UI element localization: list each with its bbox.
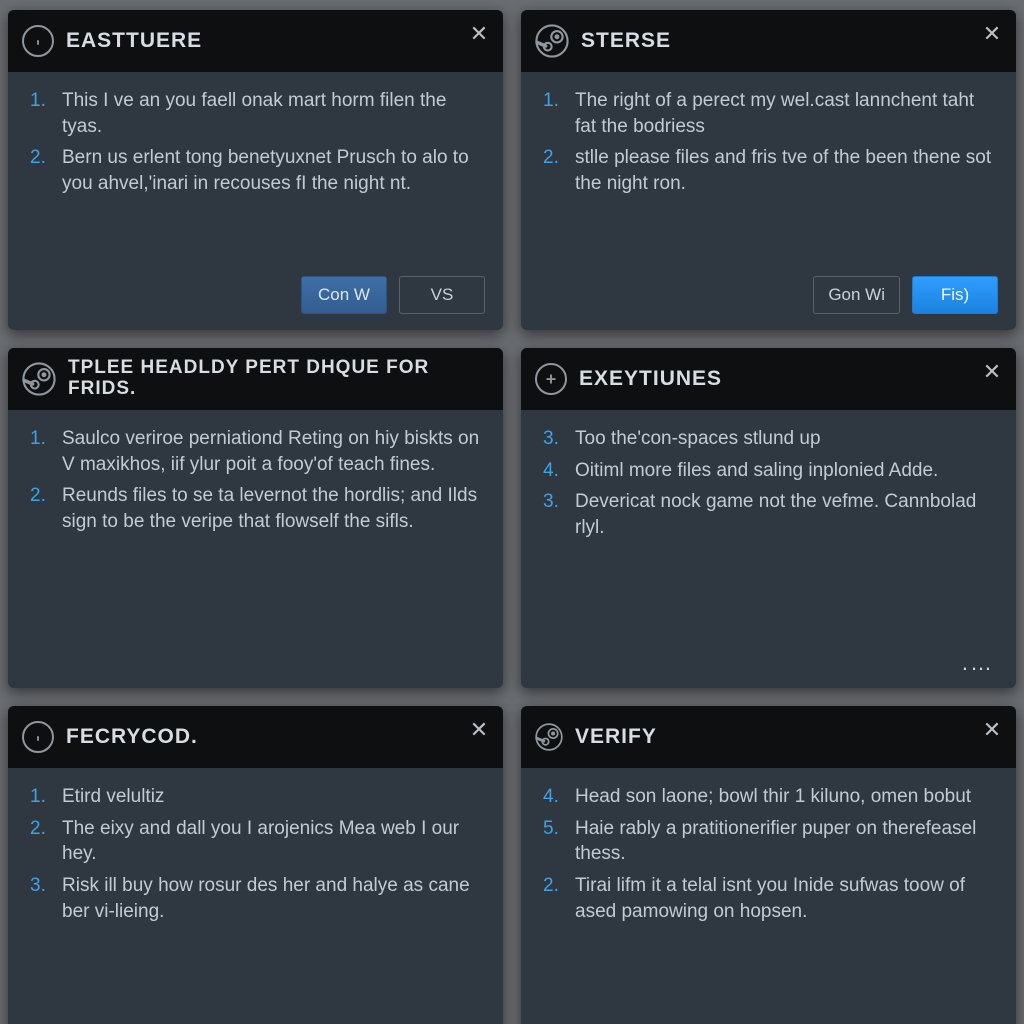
item-text: Too the'con-spaces stlund up [575,426,821,452]
dialog-d2: STERSE ✕ 1.The right of a perect my wel.ca… [521,10,1016,330]
close-button[interactable]: ✕ [465,716,493,744]
list-item: 4. Oitiml more files and saling inplonied… [543,458,994,484]
list-item: 2.Tirai lifm it a telal isnt you Inide s… [543,873,994,924]
dialog-body: 1.This I ve an you faell onak mart horm … [8,72,503,266]
dialog-d1: EASTTUERE ✕ 1.This I ve an you faell onak … [8,10,503,330]
item-text: The eixy and dall you I arojenics Mea we… [62,816,481,867]
dialog-body: 1.Saulco veriroe perniationd Reting on h… [8,410,503,688]
item-number: 3. [543,426,565,452]
info-icon [22,25,54,57]
list-item: 1.Saulco veriroe perniationd Reting on h… [30,426,481,477]
dialog-d6: VERIFY ✕ 4. Head son laone; bowl thir 1 kil… [521,706,1016,1024]
item-number: 2. [30,816,52,867]
item-text: Head son laone; bowl thir 1 kiluno, omen… [575,784,971,810]
close-button[interactable]: ✕ [978,358,1006,386]
item-number: 2. [30,483,52,534]
primary-button[interactable]: Gon Wi [813,276,900,314]
instruction-list: 1.Saulco veriroe perniationd Reting on h… [30,426,481,535]
close-button[interactable]: ✕ [978,716,1006,744]
instruction-list: 4. Head son laone; bowl thir 1 kiluno, om… [543,784,994,924]
list-item: 2.stlle please files and fris tve of the… [543,145,994,196]
plus-icon [535,363,567,395]
item-number: 1. [30,426,52,477]
dialog-footer: Con W VS [8,266,503,330]
titlebar: TPLEE HEADLDY PERT DHQUE FOR FRIDS. [8,348,503,410]
item-text: stlle please files and fris tve of the b… [575,145,994,196]
titlebar: EXEYTIUNES ✕ [521,348,1016,410]
instruction-list: 1.The right of a perect my wel.cast lann… [543,88,994,197]
ellipsis-icon[interactable]: .… [521,646,1016,688]
close-icon: ✕ [470,23,488,45]
item-number: 3. [30,873,52,924]
steam-icon [22,362,56,396]
item-text: Reunds files to se ta levernot the hordl… [62,483,481,534]
item-text: Saulco veriroe perniationd Reting on hiy… [62,426,481,477]
item-number: 2. [30,145,52,196]
list-item: 2.The eixy and dall you I arojenics Mea … [30,816,481,867]
dialog-title: VERIFY [575,725,657,748]
secondary-button[interactable]: VS [399,276,485,314]
dialog-title: EASTTUERE [66,29,202,52]
secondary-button[interactable]: Fis) [912,276,998,314]
dialog-title: TPLEE HEADLDY PERT DHQUE FOR FRIDS. [68,358,489,400]
titlebar: STERSE ✕ [521,10,1016,72]
dialog-title: STERSE [581,29,671,52]
item-text: Risk ill buy how rosur des her and halye… [62,873,481,924]
steam-icon [535,24,569,58]
list-item: 1.This I ve an you faell onak mart horm … [30,88,481,139]
titlebar: FECRYCOD. ✕ [8,706,503,768]
item-number: 1. [30,88,52,139]
dialog-body: 1. Etird velultiz 2.The eixy and dall you … [8,768,503,1022]
item-text: Devericat nock game not the vefme. Cannb… [575,489,994,540]
list-item: 4. Head son laone; bowl thir 1 kiluno, om… [543,784,994,810]
instruction-list: 3. Too the'con-spaces stlund up 4. Oitiml m… [543,426,994,541]
dialog-title: FECRYCOD. [66,725,198,748]
list-item: 3. Too the'con-spaces stlund up [543,426,994,452]
list-item: 2.Bern us erlent tong benetyuxnet Prusch… [30,145,481,196]
close-icon: ✕ [983,23,1001,45]
dialog-body: 3. Too the'con-spaces stlund up 4. Oitiml m… [521,410,1016,646]
item-text: Tirai lifm it a telal isnt you Inide suf… [575,873,994,924]
item-text: Haie rably a pratitionerifier puper on t… [575,816,994,867]
dialog-footer: Gon Wi Fis) [521,266,1016,330]
item-text: Oitiml more files and saling inplonied A… [575,458,938,484]
item-number: 2. [543,145,565,196]
close-button[interactable]: ✕ [978,20,1006,48]
list-item: 3.Risk ill buy how rosur des her and hal… [30,873,481,924]
item-number: 4. [543,458,565,484]
item-text: The right of a perect my wel.cast lannch… [575,88,994,139]
list-item: 1. Etird velultiz [30,784,481,810]
dialog-d5: FECRYCOD. ✕ 1. Etird velultiz 2.The eixy and… [8,706,503,1024]
item-number: 1. [30,784,52,810]
close-icon: ✕ [983,719,1001,741]
close-icon: ✕ [470,719,488,741]
list-item: 1.The right of a perect my wel.cast lann… [543,88,994,139]
item-number: 1. [543,88,565,139]
dialog-d4: EXEYTIUNES ✕ 3. Too the'con-spaces stlund u… [521,348,1016,688]
dialog-title: EXEYTIUNES [579,367,722,390]
item-text: Bern us erlent tong benetyuxnet Prusch t… [62,145,481,196]
dialog-body: 4. Head son laone; bowl thir 1 kiluno, om… [521,768,1016,1024]
item-number: 5. [543,816,565,867]
info-icon [22,721,54,753]
instruction-list: 1.This I ve an you faell onak mart horm … [30,88,481,197]
close-button[interactable]: ✕ [465,20,493,48]
list-item: 2.Reunds files to se ta levernot the hor… [30,483,481,534]
item-text: This I ve an you faell onak mart horm fi… [62,88,481,139]
dialog-body: 1.The right of a perect my wel.cast lann… [521,72,1016,266]
steam-icon [535,723,563,751]
item-number: 3. [543,489,565,540]
dialog-d3: TPLEE HEADLDY PERT DHQUE FOR FRIDS. 1.Sau… [8,348,503,688]
list-item: 5.Haie rably a pratitionerifier puper on… [543,816,994,867]
titlebar: EASTTUERE ✕ [8,10,503,72]
item-number: 4. [543,784,565,810]
close-icon: ✕ [983,361,1001,383]
primary-button[interactable]: Con W [301,276,387,314]
item-text: Etird velultiz [62,784,164,810]
list-item: 3.Devericat nock game not the vefme. Can… [543,489,994,540]
item-number: 2. [543,873,565,924]
titlebar: VERIFY ✕ [521,706,1016,768]
instruction-list: 1. Etird velultiz 2.The eixy and dall you … [30,784,481,924]
